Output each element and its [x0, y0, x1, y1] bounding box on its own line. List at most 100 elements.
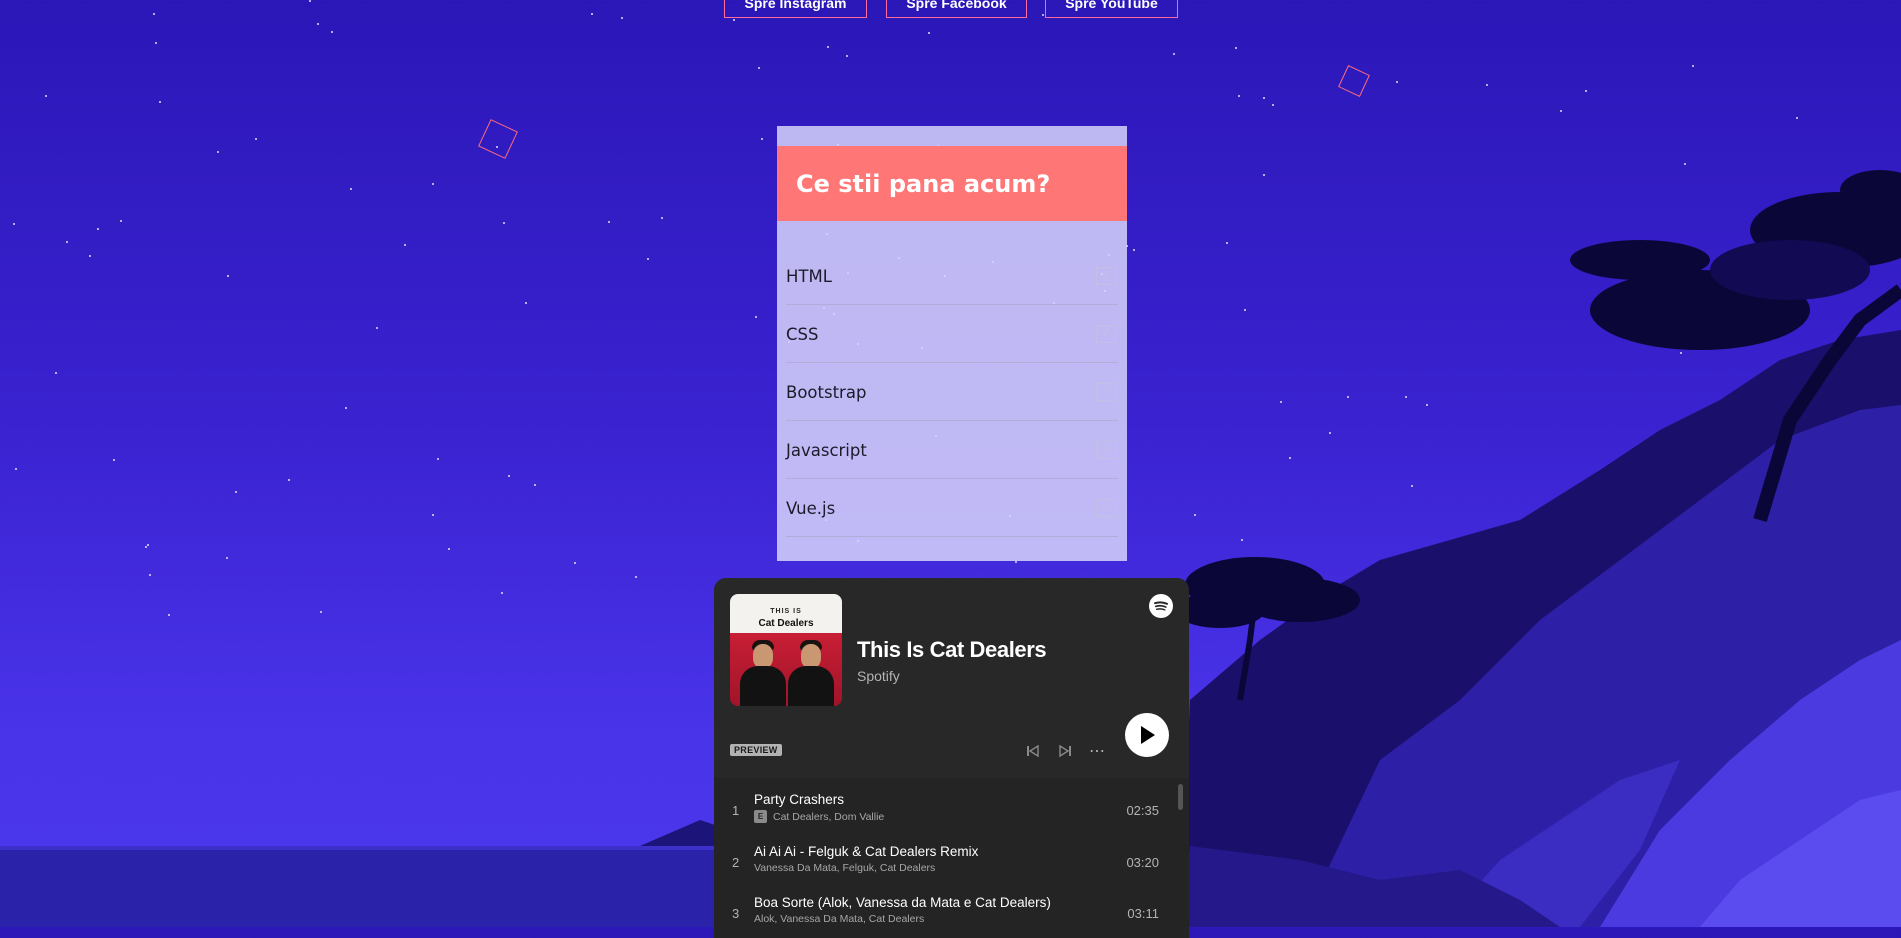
track-duration: 02:35	[1126, 803, 1159, 818]
skills-card: Ce stii pana acum? HTML ✓ CSS ✓ Bootstra…	[777, 126, 1127, 561]
star	[97, 228, 99, 230]
star	[217, 151, 219, 153]
track-title: Ai Ai Ai - Felguk & Cat Dealers Remix	[754, 844, 979, 859]
star	[501, 592, 503, 594]
explicit-badge: E	[754, 810, 767, 823]
star	[288, 479, 290, 481]
star	[1263, 174, 1265, 176]
track-row[interactable]: 1 Party Crashers E Cat Dealers, Dom Vall…	[714, 778, 1189, 830]
star	[1272, 104, 1274, 106]
star	[621, 17, 623, 19]
star	[1684, 163, 1686, 165]
track-artists-text: Cat Dealers, Dom Vallie	[773, 810, 885, 823]
skill-row-css[interactable]: CSS ✓	[786, 306, 1118, 363]
star	[255, 138, 257, 140]
skill-row-html[interactable]: HTML ✓	[786, 248, 1118, 305]
track-duration: 03:20	[1126, 855, 1159, 870]
star	[574, 562, 576, 564]
skip-forward-icon[interactable]	[1057, 744, 1073, 760]
star	[55, 372, 57, 374]
checkbox-icon[interactable]: ✓	[1096, 325, 1116, 343]
star	[761, 138, 763, 140]
star	[147, 544, 149, 546]
checkbox-icon[interactable]: ✓	[1096, 267, 1116, 285]
track-duration: 03:11	[1127, 906, 1159, 921]
star	[226, 557, 228, 559]
more-icon[interactable]: ⋯	[1089, 744, 1105, 760]
track-list: 1 Party Crashers E Cat Dealers, Dom Vall…	[714, 778, 1189, 938]
star	[145, 546, 147, 548]
star	[1692, 65, 1694, 67]
star	[1235, 47, 1237, 49]
youtube-link-button[interactable]: Spre YouTube	[1045, 0, 1178, 18]
star	[1226, 242, 1228, 244]
skill-row-vuejs[interactable]: Vue.js ✓	[786, 480, 1118, 537]
star	[404, 244, 406, 246]
star	[1329, 432, 1331, 434]
star	[120, 220, 122, 222]
star	[317, 23, 319, 25]
track-artists-text: Vanessa Da Mata, Felguk, Cat Dealers	[754, 862, 936, 874]
play-button[interactable]	[1125, 713, 1169, 757]
playlist-cover[interactable]: THIS IS Cat Dealers	[730, 594, 842, 706]
star	[159, 101, 161, 103]
instagram-link-button[interactable]: Spre Instagram	[724, 0, 867, 18]
star	[153, 13, 155, 15]
star	[1396, 81, 1398, 83]
star	[1015, 561, 1017, 563]
cover-small-text: THIS IS	[770, 608, 802, 615]
star	[15, 468, 17, 470]
star	[113, 459, 115, 461]
star	[13, 223, 15, 225]
star	[827, 46, 829, 48]
star	[1042, 14, 1044, 16]
star	[1133, 249, 1135, 251]
play-icon	[1141, 726, 1155, 744]
star	[168, 614, 170, 616]
star	[1560, 110, 1562, 112]
star	[608, 221, 610, 223]
track-row[interactable]: 2 Ai Ai Ai - Felguk & Cat Dealers Remix …	[714, 830, 1189, 882]
skill-label: Vue.js	[786, 498, 836, 518]
star	[1658, 447, 1660, 449]
track-row[interactable]: 3 Boa Sorte (Alok, Vanessa da Mata e Cat…	[714, 881, 1189, 933]
star	[1411, 485, 1413, 487]
checkbox-icon[interactable]: ✓	[1096, 499, 1116, 517]
skip-back-icon[interactable]	[1025, 744, 1041, 760]
track-number: 1	[732, 803, 740, 818]
skill-row-javascript[interactable]: Javascript ✓	[786, 422, 1118, 479]
star	[155, 42, 157, 44]
star	[1289, 457, 1291, 459]
skill-label: Javascript	[786, 440, 867, 460]
skill-label: CSS	[786, 324, 819, 344]
star	[1796, 117, 1798, 119]
star	[1803, 318, 1805, 320]
cover-person-left	[740, 634, 786, 706]
cover-artist-name: Cat Dealers	[758, 618, 814, 629]
star	[755, 316, 757, 318]
star	[1405, 396, 1407, 398]
checkbox-icon[interactable]: ✓	[1096, 383, 1116, 401]
skills-card-title: Ce stii pana acum?	[796, 169, 1051, 198]
star	[1241, 539, 1243, 541]
star	[1263, 97, 1265, 99]
star	[534, 484, 536, 486]
playlist-owner[interactable]: Spotify	[857, 668, 900, 684]
star	[320, 611, 322, 613]
spotify-logo-icon[interactable]	[1149, 594, 1173, 618]
star	[432, 183, 434, 185]
star	[647, 258, 649, 260]
star	[376, 327, 378, 329]
playlist-title[interactable]: This Is Cat Dealers	[857, 637, 1047, 663]
star	[1742, 533, 1744, 535]
track-artists-text: Alok, Vanessa Da Mata, Cat Dealers	[754, 913, 925, 925]
star	[1480, 567, 1482, 569]
skill-row-bootstrap[interactable]: Bootstrap ✓	[786, 364, 1118, 421]
checkbox-icon[interactable]: ✓	[1096, 441, 1116, 459]
facebook-link-button[interactable]: Spre Facebook	[886, 0, 1027, 18]
star	[309, 0, 311, 2]
star	[661, 217, 663, 219]
star	[1244, 309, 1246, 311]
track-title: Boa Sorte (Alok, Vanessa da Mata e Cat D…	[754, 895, 1051, 910]
star	[1828, 344, 1830, 346]
